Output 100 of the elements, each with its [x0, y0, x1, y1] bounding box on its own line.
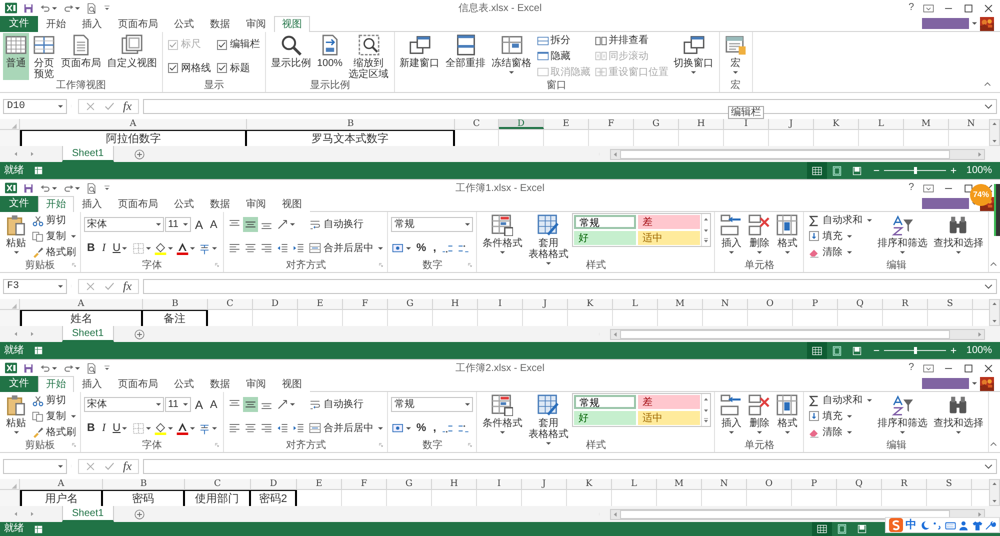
ribbon-tab[interactable]: 审阅 [238, 376, 274, 392]
sheet-tab[interactable]: Sheet1 [62, 326, 114, 342]
column-header[interactable]: F [589, 119, 634, 129]
ribbon-button[interactable]: 并排查看 [594, 33, 650, 48]
column-header[interactable]: B [143, 299, 208, 309]
column-header[interactable]: C [208, 299, 253, 309]
ribbon-tab[interactable]: 开始 [38, 16, 74, 32]
ribbon-button[interactable]: 填充 [807, 408, 854, 424]
ribbon-tab[interactable]: 公式 [166, 376, 202, 392]
ribbon-tab[interactable]: 视图 [274, 16, 310, 32]
ribbon-button[interactable]: 拆分 [536, 33, 572, 48]
zoom-level[interactable]: 100% [966, 163, 992, 178]
column-header[interactable]: R [883, 299, 928, 309]
ribbon-button[interactable]: 合并后居中 [308, 420, 384, 436]
ribbon-tab[interactable]: 页面布局 [110, 16, 166, 32]
format-button[interactable]: , [430, 240, 440, 256]
ribbon-tab[interactable]: 插入 [74, 196, 110, 212]
insert-function-button[interactable]: fx [123, 460, 132, 472]
format-button[interactable]: % [413, 420, 430, 436]
help-button[interactable]: ? [908, 182, 914, 194]
zoom-level[interactable]: 100% [966, 343, 992, 358]
ribbon-button[interactable]: 页面布局 [59, 33, 103, 80]
column-header[interactable]: K [568, 299, 613, 309]
ribbon-button[interactable]: 冻结窗格 [490, 33, 534, 80]
ribbon-tab[interactable]: 审阅 [238, 196, 274, 212]
style-tile[interactable]: 适中 [638, 411, 700, 425]
ribbon-button[interactable]: 套用 表格格式 [526, 213, 570, 260]
column-header[interactable]: H [432, 479, 477, 489]
column-header[interactable]: L [859, 119, 904, 129]
ribbon-tab[interactable]: 视图 [274, 376, 310, 392]
ribbon-button[interactable]: 新建窗口 [398, 33, 442, 80]
dropdown-field[interactable]: 宋体 [84, 217, 164, 232]
ribbon-button[interactable]: 套用 表格格式 [526, 393, 570, 440]
italic-button[interactable]: I [98, 420, 109, 436]
ribbon-button[interactable]: 宏 [722, 33, 749, 80]
column-header[interactable]: G [387, 479, 432, 489]
ribbon-button[interactable]: 排序和筛选 [875, 393, 930, 440]
ribbon-button[interactable]: 排序和筛选 [875, 213, 930, 260]
underline-button[interactable]: U [110, 240, 130, 256]
ribbon-button[interactable]: 查找和选择 [931, 393, 986, 440]
shrink-font-button[interactable]: A [207, 217, 220, 232]
bold-button[interactable]: B [84, 420, 98, 436]
column-header[interactable]: I [478, 299, 523, 309]
ribbon-tab[interactable]: 页面布局 [110, 376, 166, 392]
ribbon-button[interactable]: 粘贴 [3, 213, 29, 260]
column-header[interactable]: L [612, 479, 657, 489]
help-button[interactable]: ? [908, 2, 914, 14]
ribbon-button[interactable]: 普通 [3, 33, 29, 80]
dropdown-field[interactable]: 常规 [391, 397, 474, 412]
format-button[interactable]: % [413, 240, 430, 256]
insert-function-button[interactable]: fx [123, 100, 132, 112]
ribbon-button[interactable]: 全部重排 [444, 33, 488, 80]
ribbon-tab[interactable]: 审阅 [238, 16, 274, 32]
ribbon-button[interactable]: 复制 [31, 408, 77, 424]
ribbon-button[interactable]: 粘贴 [3, 393, 29, 440]
style-tile[interactable]: 常规 [574, 215, 636, 229]
column-header[interactable]: D [253, 299, 298, 309]
style-tile[interactable]: 好 [574, 411, 636, 425]
column-header[interactable]: P [793, 299, 838, 309]
ribbon-button[interactable]: 填充 [807, 228, 854, 244]
underline-button[interactable]: U [110, 420, 130, 436]
column-header[interactable]: B [247, 119, 455, 129]
sheet-tab[interactable]: Sheet1 [62, 146, 114, 162]
dropdown-field[interactable]: 11 [165, 397, 191, 412]
ribbon-button[interactable]: 查找和选择 [931, 213, 986, 260]
insert-function-button[interactable]: fx [123, 280, 132, 292]
ribbon-button[interactable]: 缩放到 选定区域 [346, 33, 391, 80]
column-header[interactable]: L [613, 299, 658, 309]
ribbon-button[interactable]: 剪切 [31, 393, 67, 408]
ribbon-tab[interactable]: 公式 [166, 16, 202, 32]
ribbon-button[interactable]: 自动换行 [308, 397, 364, 412]
ribbon-tab[interactable]: 开始 [38, 376, 74, 392]
italic-button[interactable]: I [98, 240, 109, 256]
ribbon-button[interactable]: 分页 预览 [31, 33, 57, 80]
ribbon-tab[interactable]: 视图 [274, 196, 310, 212]
grow-font-button[interactable]: A [192, 217, 206, 232]
ribbon-button[interactable]: 格式刷 [31, 424, 77, 440]
dropdown-field[interactable]: 11 [165, 217, 191, 232]
column-header[interactable]: R [882, 479, 927, 489]
column-header[interactable]: B [103, 479, 185, 489]
sheet-tab[interactable]: Sheet1 [62, 506, 114, 522]
column-header[interactable]: M [657, 479, 702, 489]
ribbon-button[interactable]: 100% [315, 33, 345, 80]
ribbon-button[interactable]: 切换窗口 [672, 33, 716, 80]
column-header[interactable]: M [904, 119, 949, 129]
column-header[interactable]: A [20, 299, 143, 309]
style-tile[interactable]: 差 [638, 395, 700, 409]
ribbon-button[interactable]: 剪切 [31, 213, 67, 228]
ribbon-button[interactable]: 插入 [718, 393, 744, 440]
ribbon-button[interactable]: 删除 [746, 213, 772, 260]
ribbon-button[interactable]: 隐藏 [536, 48, 572, 64]
column-header[interactable]: K [814, 119, 859, 129]
column-header[interactable]: E [298, 299, 343, 309]
ribbon-button[interactable]: 格式 [774, 213, 800, 260]
ribbon-button[interactable]: 自动换行 [308, 217, 364, 232]
column-header[interactable]: F [343, 299, 388, 309]
format-button[interactable]: , [430, 420, 440, 436]
column-header[interactable]: N [703, 299, 748, 309]
column-header[interactable]: S [927, 479, 972, 489]
help-button[interactable]: ? [908, 362, 914, 374]
